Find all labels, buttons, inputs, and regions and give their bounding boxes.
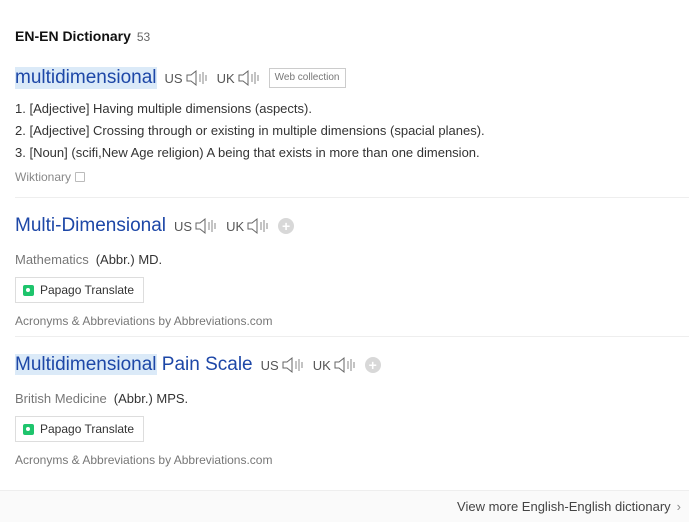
speaker-icon[interactable] <box>281 356 305 374</box>
copy-icon[interactable] <box>75 172 86 182</box>
view-more-link[interactable]: View more English-English dictionary › <box>457 499 681 514</box>
divider <box>15 197 689 198</box>
field-label: Mathematics <box>15 252 89 267</box>
us-pronunciation[interactable]: US <box>165 69 209 87</box>
entry-multi-dimensional: Multi-Dimensional US UK + Mathematics (A… <box>15 214 689 328</box>
entry-word-link[interactable]: Multidimensional Pain Scale <box>15 354 253 376</box>
entry-multidimensional-pain-scale: Multidimensional Pain Scale US UK + Brit… <box>15 353 689 467</box>
source-credit: Acronyms & Abbreviations by Abbreviation… <box>15 314 273 328</box>
entry-multidimensional: multidimensional US UK Web collection 1.… <box>15 66 689 184</box>
papago-icon <box>23 423 34 435</box>
papago-translate-button[interactable]: Papago Translate <box>15 416 145 442</box>
divider <box>15 336 689 337</box>
us-pronunciation[interactable]: US <box>261 356 305 374</box>
web-collection-badge: Web collection <box>268 68 346 88</box>
chevron-right-icon: › <box>676 499 681 514</box>
abbreviation: (Abbr.) MPS. <box>113 391 189 406</box>
speaker-icon[interactable] <box>333 356 357 374</box>
field-label: British Medicine <box>15 391 107 406</box>
highlighted-term: Multidimensional <box>15 354 157 375</box>
abbreviation: (Abbr.) MD. <box>95 252 163 267</box>
uk-label: UK <box>312 357 331 373</box>
section-title-text: EN-EN Dictionary <box>15 28 131 44</box>
us-pronunciation[interactable]: US <box>174 217 218 235</box>
speaker-icon[interactable] <box>246 217 270 235</box>
view-more-label: View more English-English dictionary <box>457 499 671 514</box>
speaker-icon[interactable] <box>237 69 261 87</box>
us-label: US <box>174 218 193 234</box>
source-line: Wiktionary <box>15 170 689 184</box>
uk-label: UK <box>216 70 235 86</box>
entry-word-link[interactable]: multidimensional <box>15 67 157 89</box>
papago-icon <box>23 284 34 296</box>
source-label: Wiktionary <box>15 170 72 184</box>
speaker-icon[interactable] <box>194 217 218 235</box>
entry-word-link[interactable]: Multi-Dimensional <box>15 215 166 237</box>
footer-bar: View more English-English dictionary › <box>0 490 689 522</box>
uk-pronunciation[interactable]: UK <box>226 217 270 235</box>
add-to-wordbook-icon[interactable]: + <box>364 357 381 373</box>
speaker-icon[interactable] <box>185 69 209 87</box>
us-label: US <box>164 70 183 86</box>
us-label: US <box>260 357 279 373</box>
definition-item: 1. [Adjective] Having multiple dimension… <box>15 101 312 116</box>
section-title: EN-EN Dictionary 53 <box>15 28 150 44</box>
uk-label: UK <box>226 218 245 234</box>
definition-item: 3. [Noun] (scifi,New Age religion) A bei… <box>15 145 480 160</box>
papago-label: Papago Translate <box>40 422 135 436</box>
add-to-wordbook-icon[interactable]: + <box>278 218 295 234</box>
papago-translate-button[interactable]: Papago Translate <box>15 277 145 303</box>
uk-pronunciation[interactable]: UK <box>313 356 357 374</box>
papago-label: Papago Translate <box>40 283 135 297</box>
definition-list: 1. [Adjective] Having multiple dimension… <box>15 98 689 164</box>
result-count: 53 <box>136 30 151 44</box>
source-credit: Acronyms & Abbreviations by Abbreviation… <box>15 453 273 467</box>
uk-pronunciation[interactable]: UK <box>217 69 261 87</box>
definition-item: 2. [Adjective] Crossing through or exist… <box>15 123 485 138</box>
term-rest: Pain Scale <box>156 354 253 375</box>
